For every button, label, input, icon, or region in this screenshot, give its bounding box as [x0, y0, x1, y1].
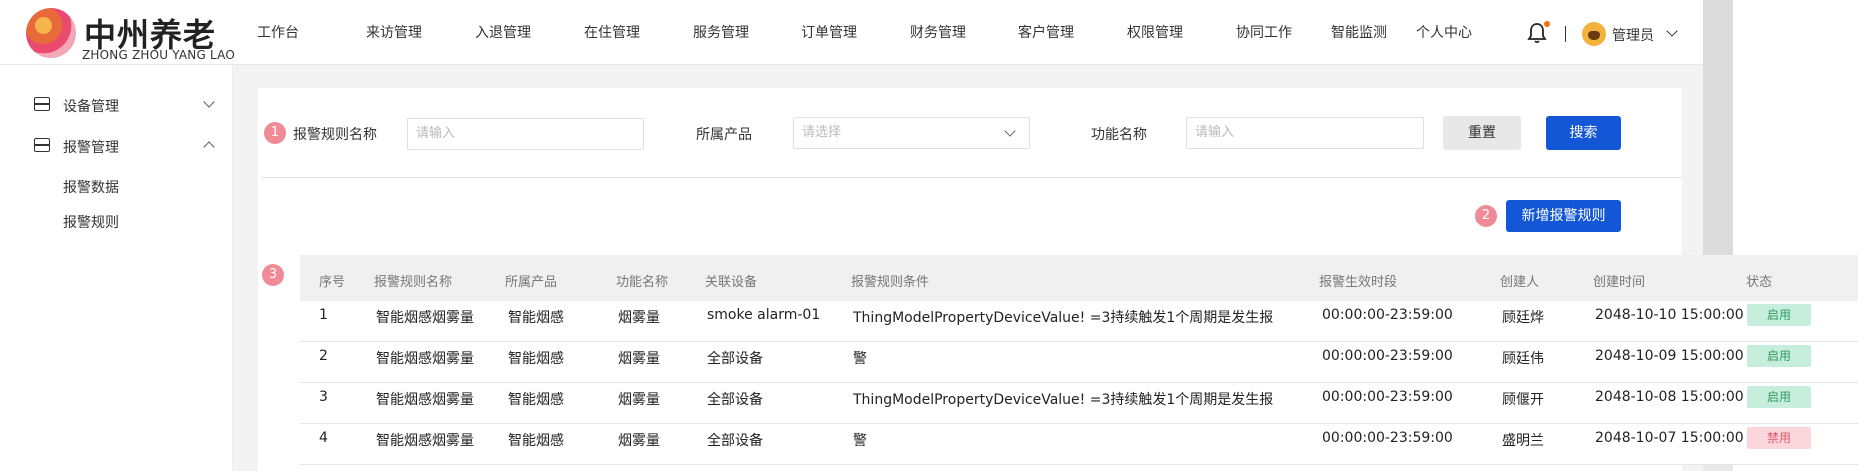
nav-item-workbench[interactable]: 工作台	[257, 22, 299, 42]
server-icon	[34, 138, 50, 152]
col-header-created-time: 创建时间	[1593, 275, 1646, 290]
cell-product: 智能烟感	[508, 310, 564, 326]
cell-index: 1	[319, 307, 328, 323]
nav-item-checkin-out[interactable]: 入退管理	[475, 22, 531, 42]
cell-device: 全部设备	[707, 433, 763, 449]
col-header-product: 所属产品	[505, 275, 558, 290]
cell-device: smoke alarm-01	[707, 307, 821, 323]
step-badge-2: 2	[1475, 205, 1497, 227]
nav-item-orders[interactable]: 订单管理	[801, 22, 857, 42]
status-badge[interactable]: 启用	[1747, 304, 1811, 326]
product-select-placeholder: 请选择	[802, 125, 842, 140]
nav-item-services[interactable]: 服务管理	[693, 22, 749, 42]
scrollbar[interactable]	[1703, 0, 1733, 255]
status-badge[interactable]: 启用	[1747, 386, 1811, 408]
rule-name-input[interactable]: 请输入	[407, 118, 644, 150]
cell-function: 烟雾量	[618, 433, 660, 449]
cell-created-time: 2048-10-07 15:00:00	[1595, 430, 1744, 446]
col-header-condition: 报警规则条件	[851, 275, 930, 290]
cell-creator: 盛明兰	[1502, 433, 1544, 449]
divider	[262, 177, 1682, 178]
cell-rule-name: 智能烟感烟雾量	[376, 392, 474, 408]
cell-creator: 顾偃开	[1502, 392, 1544, 408]
notification-dot	[1544, 21, 1550, 27]
server-icon	[34, 97, 50, 111]
rule-name-label: 报警规则名称	[293, 127, 377, 143]
col-header-function: 功能名称	[616, 275, 669, 290]
cell-device: 全部设备	[707, 392, 763, 408]
cell-function: 烟雾量	[618, 310, 660, 326]
cell-period: 00:00:00-23:59:00	[1322, 307, 1453, 323]
cell-condition: 警	[853, 433, 867, 449]
nav-item-smart-monitor[interactable]: 智能监测	[1331, 22, 1387, 42]
cell-index: 3	[319, 389, 328, 405]
cell-index: 2	[319, 348, 328, 364]
cell-period: 00:00:00-23:59:00	[1322, 389, 1453, 405]
sidebar-item-alarm-mgmt[interactable]: 报警管理	[63, 137, 119, 157]
nav-item-residents[interactable]: 在住管理	[584, 22, 640, 42]
cell-creator: 顾廷烨	[1502, 310, 1544, 326]
product-label: 所属产品	[696, 127, 752, 143]
logo-subtitle: ZHONG ZHOU YANG LAO	[82, 48, 235, 62]
nav-item-customers[interactable]: 客户管理	[1018, 22, 1074, 42]
nav-item-permissions[interactable]: 权限管理	[1127, 22, 1183, 42]
step-badge-3: 3	[262, 264, 284, 286]
cell-condition: 警	[853, 351, 867, 367]
cell-period: 00:00:00-23:59:00	[1322, 430, 1453, 446]
cell-creator: 顾廷伟	[1502, 351, 1544, 367]
function-input[interactable]: 请输入	[1186, 117, 1424, 149]
cell-function: 烟雾量	[618, 351, 660, 367]
sidebar-item-device-mgmt[interactable]: 设备管理	[63, 96, 119, 116]
divider	[1565, 26, 1566, 42]
col-header-creator: 创建人	[1500, 275, 1540, 290]
cell-device: 全部设备	[707, 351, 763, 367]
cell-rule-name: 智能烟感烟雾量	[376, 351, 474, 367]
logo-icon	[26, 8, 76, 58]
search-button[interactable]: 搜索	[1546, 116, 1621, 150]
status-badge[interactable]: 禁用	[1747, 427, 1811, 449]
reset-button[interactable]: 重置	[1443, 116, 1521, 150]
user-name[interactable]: 管理员	[1612, 25, 1654, 45]
col-header-status: 状态	[1746, 275, 1773, 290]
cell-rule-name: 智能烟感烟雾量	[376, 310, 474, 326]
cell-condition: ThingModelPropertyDeviceValue! =3持续触发1个周…	[853, 310, 1274, 326]
col-header-index: 序号	[319, 275, 346, 290]
nav-item-visits[interactable]: 来访管理	[366, 22, 422, 42]
cell-function: 烟雾量	[618, 392, 660, 408]
cell-product: 智能烟感	[508, 351, 564, 367]
status-badge[interactable]: 启用	[1747, 345, 1811, 367]
avatar[interactable]	[1582, 22, 1606, 46]
col-header-rule-name: 报警规则名称	[374, 275, 453, 290]
cell-index: 4	[319, 430, 328, 446]
product-select[interactable]: 请选择	[793, 117, 1030, 149]
cell-period: 00:00:00-23:59:00	[1322, 348, 1453, 364]
cell-created-time: 2048-10-08 15:00:00	[1595, 389, 1744, 405]
col-header-device: 关联设备	[705, 275, 758, 290]
cell-created-time: 2048-10-09 15:00:00	[1595, 348, 1744, 364]
nav-item-collaboration[interactable]: 协同工作	[1236, 22, 1292, 42]
cell-created-time: 2048-10-10 15:00:00	[1595, 307, 1744, 323]
nav-item-finance[interactable]: 财务管理	[910, 22, 966, 42]
col-header-period: 报警生效时段	[1319, 275, 1398, 290]
add-alarm-rule-button[interactable]: 新增报警规则	[1506, 200, 1621, 232]
nav-item-personal[interactable]: 个人中心	[1416, 22, 1472, 42]
step-badge-1: 1	[264, 122, 286, 144]
cell-product: 智能烟感	[508, 433, 564, 449]
sidebar-item-alarm-data[interactable]: 报警数据	[63, 177, 119, 197]
function-label: 功能名称	[1091, 127, 1147, 143]
sidebar-item-alarm-rules[interactable]: 报警规则	[63, 212, 119, 232]
cell-rule-name: 智能烟感烟雾量	[376, 433, 474, 449]
cell-condition: ThingModelPropertyDeviceValue! =3持续触发1个周…	[853, 392, 1274, 408]
sidebar	[0, 65, 233, 471]
cell-product: 智能烟感	[508, 392, 564, 408]
